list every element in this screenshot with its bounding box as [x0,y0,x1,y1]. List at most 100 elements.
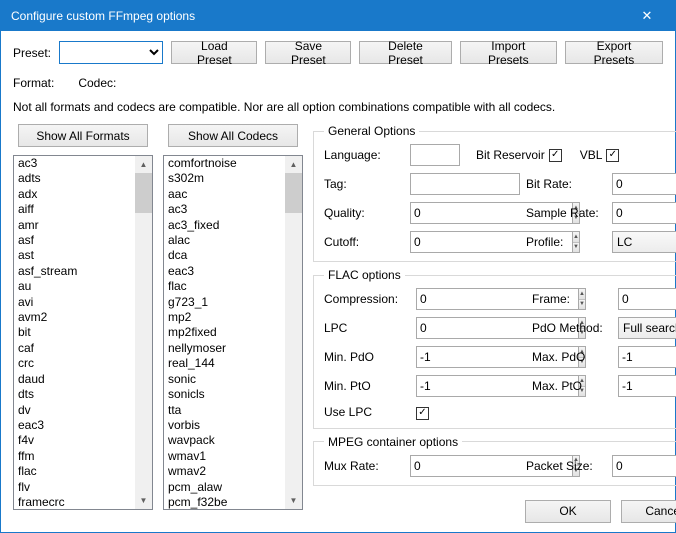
vbl-checkbox[interactable]: ✓ [606,149,619,162]
profile-label: Profile: [526,235,606,249]
list-item[interactable]: bit [18,325,135,340]
list-item[interactable]: asf [18,233,135,248]
list-item[interactable]: amr [18,218,135,233]
cutoff-spin[interactable]: ▲▼ [410,231,518,253]
list-item[interactable]: asf_stream [18,264,135,279]
scrollbar[interactable]: ▲ ▼ [285,156,302,509]
scroll-thumb[interactable] [135,173,152,213]
profile-select[interactable]: LC [612,231,676,253]
list-item[interactable]: caf [18,341,135,356]
preset-row: Preset: Load Preset Save Preset Delete P… [13,41,663,64]
lpc-spin[interactable]: ▲▼ [416,317,524,339]
list-item[interactable]: dts [18,387,135,402]
compression-spin[interactable]: ▲▼ [416,288,524,310]
list-item[interactable]: alac [168,233,285,248]
codecs-listbox[interactable]: comfortnoises302maacac3ac3_fixedalacdcae… [163,155,303,510]
list-item[interactable]: comfortnoise [168,156,285,171]
min-pdo-spin[interactable]: ▲▼ [416,346,524,368]
list-item[interactable]: aac [168,187,285,202]
list-item[interactable]: wavpack [168,433,285,448]
max-pto-spin[interactable]: ▲▼ [618,375,676,397]
titlebar: Configure custom FFmpeg options ✕ [1,1,675,31]
list-item[interactable]: dv [18,403,135,418]
load-preset-button[interactable]: Load Preset [171,41,257,64]
import-presets-button[interactable]: Import Presets [460,41,557,64]
frame-spin[interactable]: ▲▼ [618,288,676,310]
list-item[interactable]: mp2fixed [168,325,285,340]
list-item[interactable]: adx [18,187,135,202]
list-item[interactable]: ast [18,248,135,263]
list-item[interactable]: daud [18,372,135,387]
list-item[interactable]: f4v [18,433,135,448]
show-all-formats-button[interactable]: Show All Formats [18,124,148,147]
vbl-label: VBL [580,148,603,162]
list-item[interactable]: ac3 [168,202,285,217]
close-icon[interactable]: ✕ [627,1,667,31]
list-item[interactable]: aiff [18,202,135,217]
flac-legend: FLAC options [324,268,405,282]
list-item[interactable]: real_144 [168,356,285,371]
list-item[interactable]: s302m [168,171,285,186]
bitreservoir-label: Bit Reservoir [476,148,545,162]
export-presets-button[interactable]: Export Presets [565,41,663,64]
save-preset-button[interactable]: Save Preset [265,41,351,64]
list-item[interactable]: vorbis [168,418,285,433]
list-item[interactable]: avm2 [18,310,135,325]
list-item[interactable]: nellymoser [168,341,285,356]
list-item[interactable]: pcm_alaw [168,480,285,495]
samplerate-label: Sample Rate: [526,206,606,220]
mux-rate-spin[interactable]: ▲▼ [410,455,518,477]
list-item[interactable]: pcm_f32be [168,495,285,510]
samplerate-spin[interactable]: ▲▼ [612,202,676,224]
pdo-method-select[interactable]: Full search [618,317,676,339]
ok-button[interactable]: OK [525,500,611,523]
delete-preset-button[interactable]: Delete Preset [359,41,451,64]
list-item[interactable]: tta [168,403,285,418]
show-all-codecs-button[interactable]: Show All Codecs [168,124,298,147]
list-item[interactable]: au [18,279,135,294]
scrollbar[interactable]: ▲ ▼ [135,156,152,509]
scroll-thumb[interactable] [285,173,302,213]
language-input[interactable] [410,144,460,166]
packet-size-spin[interactable]: ▲▼ [612,455,676,477]
use-lpc-label: Use LPC [324,405,410,419]
list-item[interactable]: eac3 [168,264,285,279]
list-item[interactable]: avi [18,295,135,310]
list-item[interactable]: dca [168,248,285,263]
bitreservoir-checkbox[interactable]: ✓ [549,149,562,162]
scroll-up-icon[interactable]: ▲ [135,156,152,173]
list-item[interactable]: flv [18,480,135,495]
formats-listbox[interactable]: ac3adtsadxaiffamrasfastasf_streamauaviav… [13,155,153,510]
list-item[interactable]: wmav2 [168,464,285,479]
general-legend: General Options [324,124,419,138]
mpeg-options-group: MPEG container options Mux Rate: ▲▼ Pack… [313,435,676,486]
quality-spin[interactable]: ▲▼ [410,202,518,224]
list-item[interactable]: flac [18,464,135,479]
list-item[interactable]: adts [18,171,135,186]
list-item[interactable]: sonic [168,372,285,387]
list-item[interactable]: g723_1 [168,295,285,310]
scroll-down-icon[interactable]: ▼ [135,492,152,509]
tag-input[interactable] [410,173,520,195]
bitrate-label: Bit Rate: [526,177,606,191]
frame-label: Frame: [532,292,612,306]
list-item[interactable]: flac [168,279,285,294]
scroll-down-icon[interactable]: ▼ [285,492,302,509]
cancel-button[interactable]: Cancel [621,500,676,523]
compat-note: Not all formats and codecs are compatibl… [13,100,663,114]
min-pto-spin[interactable]: ▲▼ [416,375,524,397]
list-item[interactable]: wmav1 [168,449,285,464]
list-item[interactable]: crc [18,356,135,371]
list-item[interactable]: framecrc [18,495,135,510]
list-item[interactable]: eac3 [18,418,135,433]
bitrate-spin[interactable]: ▲▼ [612,173,676,195]
list-item[interactable]: ac3_fixed [168,218,285,233]
list-item[interactable]: ac3 [18,156,135,171]
preset-select[interactable] [59,41,163,64]
scroll-up-icon[interactable]: ▲ [285,156,302,173]
max-pdo-spin[interactable]: ▲▼ [618,346,676,368]
use-lpc-checkbox[interactable]: ✓ [416,407,429,420]
list-item[interactable]: sonicls [168,387,285,402]
list-item[interactable]: ffm [18,449,135,464]
list-item[interactable]: mp2 [168,310,285,325]
